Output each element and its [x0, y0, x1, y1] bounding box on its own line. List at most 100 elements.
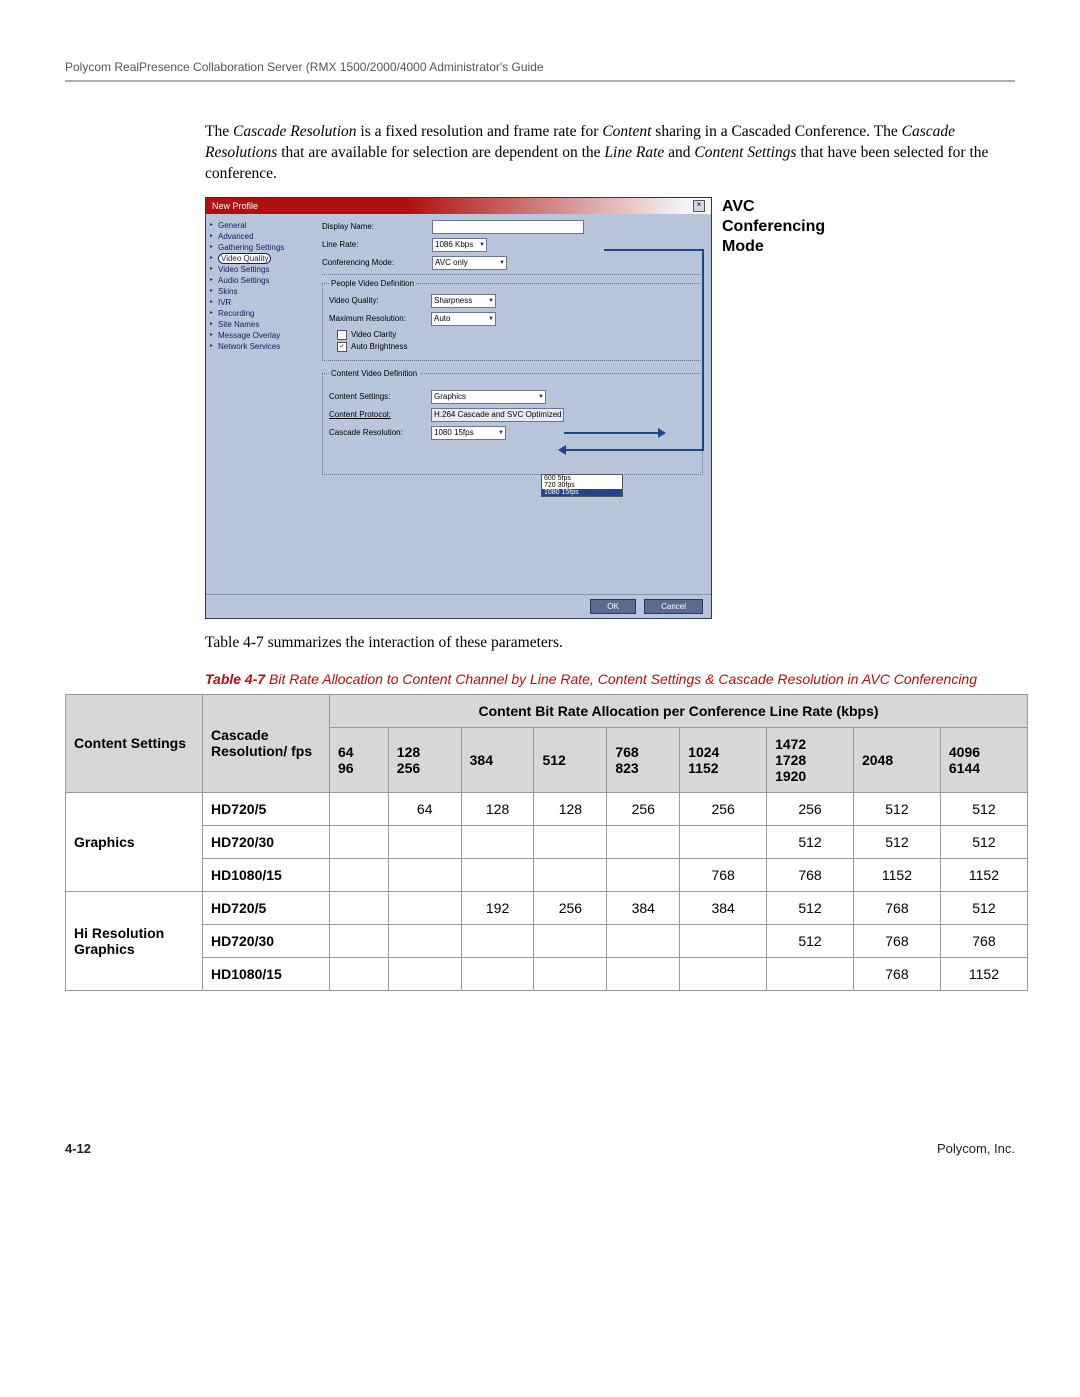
nav-item[interactable]: Video Settings: [210, 264, 310, 275]
select-line-rate[interactable]: 1086 Kbps ▼: [432, 238, 487, 252]
td-value: 768: [853, 924, 940, 957]
select-max-res[interactable]: Auto▼: [431, 312, 496, 326]
caption-line: Conferencing: [722, 218, 825, 235]
nav-item[interactable]: Skins: [210, 286, 310, 297]
txt: sharing in a Cascaded Conference. The: [651, 123, 901, 140]
nav-item[interactable]: Message Overlay: [210, 330, 310, 341]
table-caption-rest: Bit Rate Allocation to Content Channel b…: [265, 671, 977, 687]
td-value: 256: [534, 891, 607, 924]
value-content-settings: Graphics: [434, 392, 466, 401]
td-res: HD720/5: [203, 792, 330, 825]
nav-item[interactable]: Audio Settings: [210, 275, 310, 286]
td-value: [330, 891, 389, 924]
nav-item[interactable]: Gathering Settings: [210, 242, 310, 253]
td-value: [534, 858, 607, 891]
td-value: [330, 825, 389, 858]
th-col: 40966144: [940, 727, 1027, 792]
new-profile-dialog: New Profile × GeneralAdvancedGathering S…: [205, 197, 712, 619]
close-icon[interactable]: ×: [693, 200, 705, 212]
th-col: 2048: [853, 727, 940, 792]
nav-item[interactable]: Site Names: [210, 319, 310, 330]
td-value: 768: [767, 858, 854, 891]
td-res: HD1080/15: [203, 858, 330, 891]
dropdown-option-selected[interactable]: 1080 15fps: [542, 489, 622, 496]
txt: is a fixed resolution and frame rate for: [357, 123, 603, 140]
label-max-res: Maximum Resolution:: [329, 314, 431, 323]
dialog-nav: GeneralAdvancedGathering SettingsVideo Q…: [206, 214, 314, 594]
checkbox-auto-brightness[interactable]: ✓Auto Brightness: [337, 342, 696, 352]
mid-paragraph: Table 4-7 summarizes the interaction of …: [205, 633, 1015, 654]
table-caption-lead: Table 4-7: [205, 671, 265, 687]
td-value: 1152: [853, 858, 940, 891]
page-header: Polycom RealPresence Collaboration Serve…: [65, 60, 1015, 82]
txt: The: [205, 123, 233, 140]
caption-line: Mode: [722, 238, 764, 255]
dropdown-option[interactable]: 600 5fps: [542, 475, 622, 482]
select-content-protocol[interactable]: H.264 Cascade and SVC Optimized: [431, 408, 564, 422]
term-line-rate: Line Rate: [604, 144, 664, 161]
select-cascade-res[interactable]: 1080 15fps▼: [431, 426, 506, 440]
td-value: [461, 924, 534, 957]
td-value: 256: [680, 792, 767, 825]
chevron-down-icon: ▼: [479, 242, 485, 248]
label-conf-mode: Conferencing Mode:: [322, 258, 432, 267]
td-value: 256: [607, 792, 680, 825]
select-conf-mode[interactable]: AVC only ▼: [432, 256, 507, 270]
dropdown-option[interactable]: 720 30fps: [542, 482, 622, 489]
th-col: 128256: [388, 727, 461, 792]
nav-item[interactable]: Recording: [210, 308, 310, 319]
td-res: HD720/30: [203, 825, 330, 858]
cancel-button[interactable]: Cancel: [644, 599, 703, 614]
td-value: [680, 825, 767, 858]
dialog-main: Display Name: Line Rate: 1086 Kbps▼ Conf…: [314, 214, 711, 594]
td-value: [607, 957, 680, 990]
th-col: 147217281920: [767, 727, 854, 792]
td-value: [680, 957, 767, 990]
label-content-settings: Content Settings:: [329, 392, 431, 401]
nav-item[interactable]: IVR: [210, 297, 310, 308]
td-value: [388, 924, 461, 957]
value-line-rate: 1086 Kbps: [435, 240, 473, 249]
nav-item[interactable]: Video Quality: [210, 253, 310, 264]
nav-item[interactable]: Advanced: [210, 231, 310, 242]
td-value: [534, 825, 607, 858]
select-content-settings[interactable]: Graphics ▼: [431, 390, 546, 404]
td-value: [461, 858, 534, 891]
dialog-footer: OK Cancel: [206, 594, 711, 618]
th-cascade-res: Cascade Resolution/ fps: [203, 694, 330, 792]
td-value: 512: [767, 891, 854, 924]
td-value: 1152: [940, 858, 1027, 891]
td-value: 768: [853, 891, 940, 924]
td-value: [607, 858, 680, 891]
td-value: 512: [940, 891, 1027, 924]
chevron-down-icon: ▼: [538, 394, 544, 400]
caption-line: AVC: [722, 198, 755, 215]
td-value: [388, 858, 461, 891]
select-video-quality[interactable]: Sharpness▼: [431, 294, 496, 308]
value-conf-mode: AVC only: [435, 258, 468, 267]
dropdown-cascade-res-options[interactable]: 600 5fps 720 30fps 1080 15fps: [541, 474, 623, 497]
td-value: 512: [853, 825, 940, 858]
nav-item[interactable]: Network Services: [210, 341, 310, 352]
legend-people-video: People Video Definition: [329, 279, 416, 288]
dialog-title: New Profile: [212, 201, 258, 211]
label-content-protocol: Content Protocol:: [329, 410, 431, 419]
table-row: Hi Resolution GraphicsHD720/519225638438…: [66, 891, 1028, 924]
th-content-settings: Content Settings: [66, 694, 203, 792]
td-value: 512: [940, 792, 1027, 825]
term-content-settings: Content Settings: [694, 144, 796, 161]
input-display-name[interactable]: [432, 220, 584, 234]
th-col: 768823: [607, 727, 680, 792]
nav-item[interactable]: General: [210, 220, 310, 231]
term-content: Content: [602, 123, 651, 140]
td-value: [330, 924, 389, 957]
chevron-down-icon: ▼: [499, 260, 505, 266]
ok-button[interactable]: OK: [590, 599, 636, 614]
label-auto-brightness: Auto Brightness: [351, 342, 407, 351]
checkbox-video-clarity[interactable]: Video Clarity: [337, 330, 696, 340]
group-people-video: People Video Definition Video Quality: S…: [322, 279, 703, 361]
td-value: [607, 924, 680, 957]
td-value: [388, 957, 461, 990]
td-value: [680, 924, 767, 957]
td-group: Hi Resolution Graphics: [66, 891, 203, 990]
